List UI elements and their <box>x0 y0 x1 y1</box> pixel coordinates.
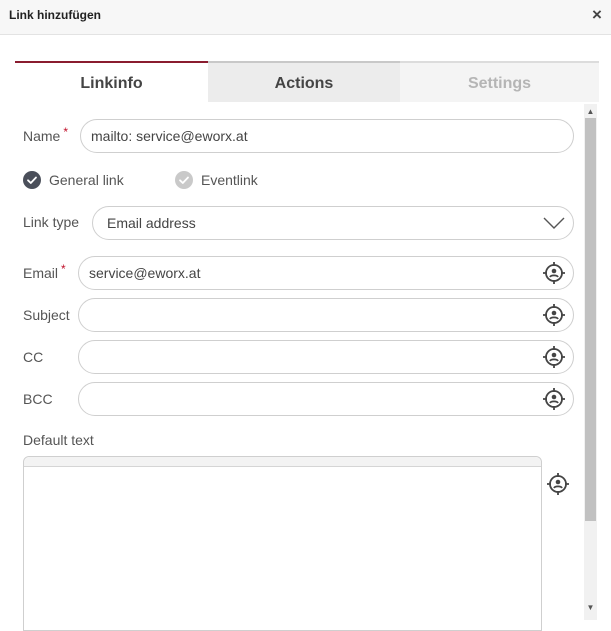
crosshair-person-icon[interactable] <box>542 303 566 327</box>
default-text-editor[interactable] <box>23 456 542 631</box>
link-type-select[interactable]: Email address <box>92 206 574 240</box>
close-icon[interactable]: × <box>589 6 605 24</box>
link-type-value: Email address <box>107 215 196 231</box>
bcc-label: BCC <box>23 391 53 407</box>
general-link-radio[interactable]: General link <box>23 171 124 189</box>
crosshair-person-icon[interactable] <box>542 345 566 369</box>
scrollbar-thumb[interactable] <box>585 118 596 521</box>
default-text-label: Default text <box>23 432 94 448</box>
email-input[interactable]: service@eworx.at <box>78 256 574 290</box>
tab-settings[interactable]: Settings <box>400 61 599 102</box>
tab-actions[interactable]: Actions <box>208 61 400 102</box>
email-label: Email * <box>23 262 66 281</box>
eventlink-radio[interactable]: Eventlink <box>175 171 258 189</box>
cc-label: CC <box>23 349 44 365</box>
name-label: Name * <box>23 125 69 144</box>
crosshair-person-icon[interactable] <box>542 261 566 285</box>
crosshair-person-icon[interactable] <box>542 387 566 411</box>
link-type-label: Link type <box>23 214 80 230</box>
subject-label: Subject <box>23 307 70 323</box>
email-label-text: Email <box>23 265 59 281</box>
editor-toolbar <box>24 457 541 467</box>
dialog-title: Link hinzufügen <box>9 8 101 22</box>
tab-bar: Linkinfo Actions Settings <box>15 61 599 102</box>
eventlink-label: Eventlink <box>201 172 258 188</box>
name-label-text: Name <box>23 128 61 144</box>
tab-linkinfo[interactable]: Linkinfo <box>15 61 208 102</box>
scroll-up-icon[interactable]: ▲ <box>585 107 596 117</box>
email-value: service@eworx.at <box>89 265 201 281</box>
name-input[interactable]: mailto: service@eworx.at <box>80 119 574 153</box>
crosshair-person-icon[interactable] <box>546 472 570 496</box>
dialog-titlebar: Link hinzufügen × <box>0 0 611 35</box>
required-marker: * <box>61 262 66 276</box>
bcc-input[interactable] <box>78 382 574 416</box>
subject-input[interactable] <box>78 298 574 332</box>
check-circle-icon <box>175 171 193 189</box>
check-circle-icon <box>23 171 41 189</box>
required-marker: * <box>63 125 69 139</box>
cc-input[interactable] <box>78 340 574 374</box>
scroll-down-icon[interactable]: ▼ <box>585 603 596 613</box>
chevron-down-icon <box>543 217 565 229</box>
general-link-label: General link <box>49 172 124 188</box>
